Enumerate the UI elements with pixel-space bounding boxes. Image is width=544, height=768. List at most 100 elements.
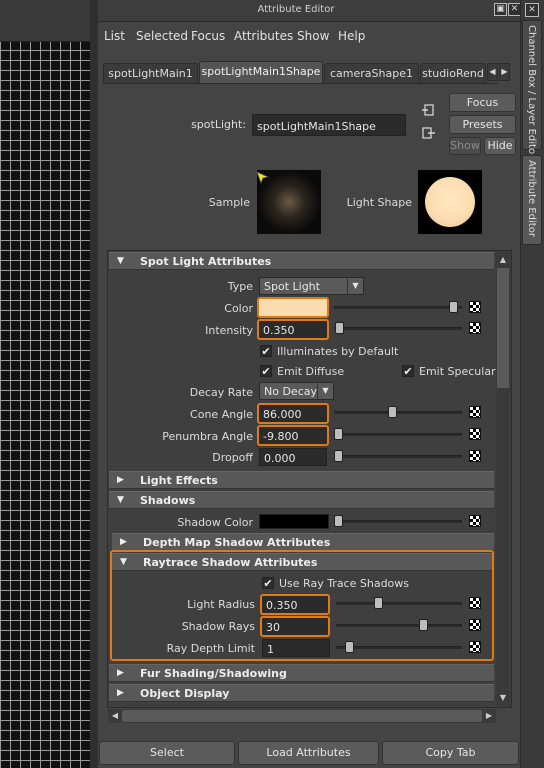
show-button[interactable]: Show [449, 137, 481, 155]
shadow-rays-map-button[interactable] [469, 619, 481, 631]
cone-angle-map-button[interactable] [469, 406, 481, 418]
tab-channel-box[interactable]: Channel Box / Layer Editor [522, 20, 542, 158]
section-depth-map-shadow[interactable]: ▶ Depth Map Shadow Attributes [112, 533, 494, 551]
menu-show[interactable]: Show [297, 29, 329, 43]
intensity-slider-track[interactable] [334, 327, 462, 330]
use-ray-trace-label: Use Ray Trace Shadows [279, 577, 410, 590]
shadow-rays-field[interactable]: 30 [260, 616, 330, 637]
scroll-down-icon[interactable]: ▼ [497, 692, 509, 704]
penumbra-map-button[interactable] [469, 428, 481, 440]
scroll-left-icon[interactable]: ◀ [109, 710, 121, 722]
sample-label: Sample [208, 196, 250, 209]
section-object-display[interactable]: ▶ Object Display [109, 684, 494, 702]
load-attributes-button[interactable]: Load Attributes [238, 741, 379, 765]
menu-list[interactable]: List [104, 29, 125, 43]
viewport-grid[interactable] [0, 0, 90, 768]
section-spot-light-attributes[interactable]: ▼ Spot Light Attributes [109, 252, 494, 270]
scroll-up-icon[interactable]: ▲ [497, 254, 509, 266]
expand-arrow-icon[interactable]: ▶ [120, 537, 127, 547]
hide-button[interactable]: Hide [484, 137, 516, 155]
panel-splitter[interactable] [90, 0, 98, 768]
tab-attribute-editor[interactable]: Attribute Editor [522, 155, 542, 245]
ray-depth-slider-thumb[interactable] [345, 641, 354, 653]
menu-focus[interactable]: Focus [191, 29, 225, 43]
expand-arrow-icon[interactable]: ▶ [117, 688, 124, 698]
dock-close-icon[interactable]: ✕ [525, 3, 539, 17]
cone-angle-slider-track[interactable] [334, 411, 462, 414]
section-light-effects[interactable]: ▶ Light Effects [109, 471, 494, 489]
cone-angle-field[interactable]: 86.000 [257, 403, 329, 424]
tab-scroll-left-icon[interactable]: ◀ [487, 63, 498, 81]
expand-arrow-icon[interactable]: ▶ [117, 668, 124, 678]
shadow-color-swatch[interactable] [259, 514, 329, 529]
tab-divider [102, 83, 498, 84]
color-swatch[interactable] [257, 297, 329, 318]
collapse-arrow-icon[interactable]: ▼ [117, 256, 124, 266]
illuminates-checkbox[interactable]: ✔ [260, 345, 272, 357]
emit-specular-checkbox[interactable]: ✔ [402, 365, 414, 377]
sample-refresh-icon[interactable] [256, 170, 270, 185]
shadow-color-map-button[interactable] [469, 515, 481, 527]
ray-depth-slider-track[interactable] [336, 646, 462, 649]
emit-diffuse-checkbox[interactable]: ✔ [260, 365, 272, 377]
penumbra-slider-track[interactable] [334, 433, 462, 436]
expand-arrow-icon[interactable]: ▶ [117, 475, 124, 485]
tab-spotlightmain1[interactable]: spotLightMain1 [103, 63, 198, 83]
title-bar: Attribute Editor ▣ ✕ [98, 0, 521, 22]
tab-spotlightmain1shape[interactable]: spotLightMain1Shape [199, 61, 323, 83]
horizontal-scroll-thumb[interactable] [122, 710, 482, 722]
shadow-rays-label: Shadow Rays [181, 620, 255, 633]
light-radius-label: Light Radius [187, 598, 255, 611]
menu-attributes[interactable]: Attributes [234, 29, 293, 43]
decay-rate-dropdown[interactable]: No Decay ▼ [259, 382, 334, 400]
intensity-slider-thumb[interactable] [335, 322, 344, 334]
light-radius-field[interactable]: 0.350 [260, 594, 330, 615]
dropoff-map-button[interactable] [469, 450, 481, 462]
float-icon[interactable]: ▣ [494, 3, 507, 16]
tab-scroll-right-icon[interactable]: ▶ [499, 63, 510, 81]
color-slider-thumb[interactable] [449, 301, 458, 313]
collapse-arrow-icon[interactable]: ▼ [120, 557, 127, 567]
ray-depth-limit-field[interactable]: 1 [262, 639, 330, 657]
ray-depth-map-button[interactable] [469, 641, 481, 653]
penumbra-angle-field[interactable]: -9.800 [257, 425, 329, 446]
collapse-arrow-icon[interactable]: ▼ [117, 495, 124, 505]
output-connection-icon[interactable] [422, 127, 435, 140]
chevron-down-icon: ▼ [347, 278, 363, 294]
shadow-rays-slider-track[interactable] [336, 624, 462, 627]
dropoff-field[interactable]: 0.000 [259, 448, 327, 466]
light-radius-map-button[interactable] [469, 597, 481, 609]
illuminates-label: Illuminates by Default [277, 345, 399, 358]
cone-angle-slider-thumb[interactable] [388, 406, 397, 418]
penumbra-angle-label: Penumbra Angle [162, 430, 253, 443]
intensity-map-button[interactable] [469, 322, 481, 334]
intensity-field[interactable]: 0.350 [257, 319, 329, 340]
focus-button[interactable]: Focus [449, 93, 516, 112]
input-connection-icon[interactable] [422, 104, 435, 117]
type-dropdown[interactable]: Spot Light ▼ [259, 277, 364, 295]
section-raytrace-shadow[interactable]: ▼ Raytrace Shadow Attributes [112, 553, 492, 571]
copy-tab-button[interactable]: Copy Tab [382, 741, 519, 765]
select-button[interactable]: Select [99, 741, 235, 765]
menu-selected[interactable]: Selected [136, 29, 188, 43]
penumbra-slider-thumb[interactable] [334, 428, 343, 440]
scroll-right-icon[interactable]: ▶ [483, 710, 495, 722]
node-name-field[interactable]: spotLightMain1Shape [252, 114, 406, 136]
dropoff-slider-track[interactable] [334, 455, 462, 458]
presets-button[interactable]: Presets [449, 115, 516, 134]
tab-camerashape1[interactable]: cameraShape1 [324, 63, 419, 83]
dropoff-slider-thumb[interactable] [334, 450, 343, 462]
color-map-button[interactable] [469, 301, 481, 313]
shadow-color-slider-thumb[interactable] [334, 515, 343, 527]
section-shadows[interactable]: ▼ Shadows [109, 491, 494, 509]
section-fur-shading[interactable]: ▶ Fur Shading/Shadowing [109, 664, 494, 682]
vertical-scroll-thumb[interactable] [497, 268, 509, 388]
use-ray-trace-checkbox[interactable]: ✔ [262, 577, 274, 589]
shadow-rays-slider-thumb[interactable] [419, 619, 428, 631]
shadow-color-slider-track[interactable] [334, 520, 462, 523]
menu-help[interactable]: Help [338, 29, 365, 43]
tab-studiorend[interactable]: studioRend [420, 63, 486, 83]
light-radius-slider-track[interactable] [336, 602, 462, 605]
light-radius-slider-thumb[interactable] [374, 597, 383, 609]
color-slider-track[interactable] [334, 306, 462, 309]
